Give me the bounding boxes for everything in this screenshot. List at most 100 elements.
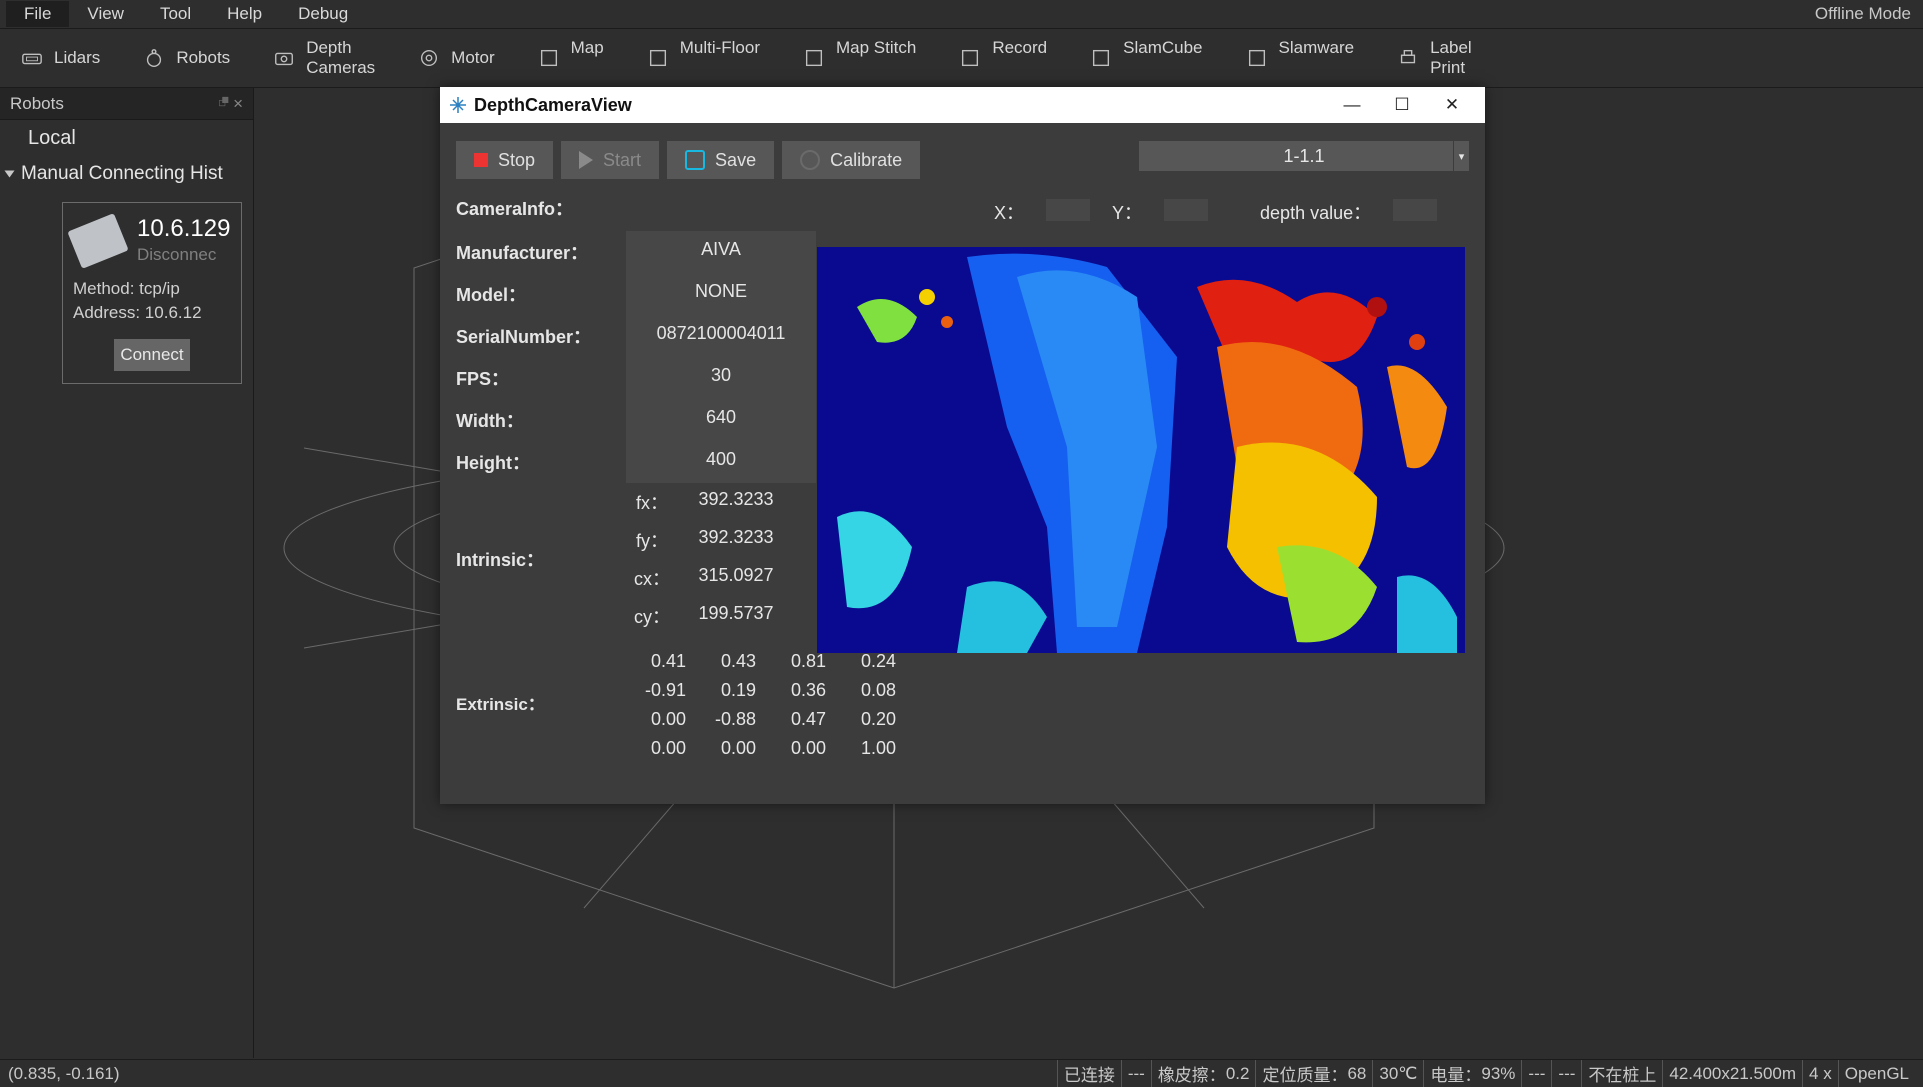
robots-local-node[interactable]: Local <box>0 120 253 156</box>
tb-depth-cameras[interactable]: DepthCameras <box>272 38 375 78</box>
model-value: NONE <box>626 273 816 315</box>
tb-robots-label: Robots <box>176 48 230 68</box>
tb-depth-label: DepthCameras <box>306 38 375 78</box>
status-zoom: 4 x <box>1802 1060 1838 1087</box>
dialog-title: DepthCameraView <box>474 95 632 116</box>
fy-label: fy： <box>626 521 676 559</box>
panel-close-icon[interactable]: × <box>233 94 243 114</box>
save-button[interactable]: Save <box>667 141 774 179</box>
tb-multifloor[interactable]: Multi-Floor. <box>646 38 760 78</box>
menu-debug[interactable]: Debug <box>280 1 366 27</box>
robots-history-label: Manual Connecting Hist <box>21 163 223 185</box>
tb-slamcube-label: SlamCube. <box>1123 38 1202 78</box>
manufacturer-label: Manufacturer： <box>456 231 626 273</box>
tb-map[interactable]: Map. <box>537 38 604 78</box>
save-icon <box>685 150 705 170</box>
tree-expand-icon <box>5 171 15 178</box>
status-connected: 已连接 <box>1057 1060 1121 1087</box>
dialog-minimize-button[interactable]: — <box>1327 87 1377 123</box>
save-label: Save <box>715 150 756 171</box>
status-dock: 不在桩上 <box>1581 1060 1662 1087</box>
lidar-icon <box>20 47 44 69</box>
manufacturer-value: AIVA <box>626 231 816 273</box>
menu-tool[interactable]: Tool <box>142 1 209 27</box>
fx-label: fx： <box>626 483 676 521</box>
multifloor-icon <box>646 47 670 69</box>
slamware-icon <box>1245 47 1269 69</box>
dialog-app-icon <box>448 95 468 115</box>
slamcube-icon <box>1089 47 1113 69</box>
stop-button[interactable]: Stop <box>456 141 553 179</box>
robots-panel-header: Robots ⮻ × <box>0 88 253 120</box>
tb-multifloor-label: Multi-Floor. <box>680 38 760 78</box>
tb-lidars[interactable]: Lidars <box>20 47 100 69</box>
offline-mode-label: Offline Mode <box>1815 4 1917 24</box>
robot-address: Address: 10.6.12 <box>73 303 231 323</box>
tb-record[interactable]: Record. <box>958 38 1047 78</box>
tb-record-label: Record. <box>992 38 1047 78</box>
tb-slamware[interactable]: Slamware. <box>1245 38 1355 78</box>
map-icon <box>537 47 561 69</box>
tb-slamcube[interactable]: SlamCube. <box>1089 38 1202 78</box>
tb-motor-label: Motor <box>451 48 494 68</box>
status-dash2: --- <box>1521 1060 1551 1087</box>
status-coords: (0.835, -0.161) <box>8 1064 120 1084</box>
height-label: Height： <box>456 441 626 483</box>
y-value <box>1164 199 1208 221</box>
stop-label: Stop <box>498 150 535 171</box>
tb-labelprint-label: LabelPrint <box>1430 38 1472 78</box>
depth-label: depth value： <box>1260 199 1371 225</box>
status-quality: 定位质量：68 <box>1255 1060 1372 1087</box>
tb-robots[interactable]: Robots <box>142 47 230 69</box>
record-icon <box>958 47 982 69</box>
serial-value: 0872100004011 <box>626 315 816 357</box>
tb-mapstitch[interactable]: Map Stitch. <box>802 38 916 78</box>
dialog-close-button[interactable]: ✕ <box>1427 87 1477 123</box>
fy-value: 392.3233 <box>676 521 796 559</box>
play-icon <box>579 151 593 169</box>
robots-history-node[interactable]: Manual Connecting Hist <box>0 156 253 192</box>
panel-pin-icon[interactable]: ⮻ <box>219 93 230 115</box>
tb-labelprint[interactable]: LabelPrint <box>1396 38 1472 78</box>
cy-value: 199.5737 <box>676 597 796 635</box>
status-dash1: --- <box>1121 1060 1151 1087</box>
mapstitch-icon <box>802 47 826 69</box>
robots-panel-title: Robots <box>10 94 64 114</box>
status-renderer: OpenGL <box>1838 1060 1915 1087</box>
tb-lidars-label: Lidars <box>54 48 100 68</box>
cx-value: 315.0927 <box>676 559 796 597</box>
robot-method: Method: tcp/ip <box>73 279 231 299</box>
menu-view[interactable]: View <box>69 1 142 27</box>
menu-file[interactable]: File <box>6 1 69 27</box>
robot-card[interactable]: 10.6.129 Disconnec Method: tcp/ip Addres… <box>62 202 242 384</box>
tb-map-label: Map. <box>571 38 604 78</box>
start-button[interactable]: Start <box>561 141 659 179</box>
depth-camera-dialog: DepthCameraView — ☐ ✕ Stop Start Save Ca… <box>440 87 1485 804</box>
serial-label: SerialNumber： <box>456 315 626 357</box>
extrinsic-label: Extrinsic： <box>456 690 626 715</box>
camerainfo-label: CameraInfo： <box>456 195 796 221</box>
robot-status: Disconnec <box>137 245 230 265</box>
camera-icon <box>272 47 296 69</box>
depth-image <box>817 247 1465 653</box>
model-label: Model： <box>456 273 626 315</box>
robot-connect-button[interactable]: Connect <box>114 339 190 371</box>
tb-mapstitch-label: Map Stitch. <box>836 38 916 78</box>
width-value: 640 <box>626 399 816 441</box>
tb-slamware-label: Slamware. <box>1279 38 1355 78</box>
x-label: X： <box>994 199 1024 225</box>
status-temp: 30℃ <box>1372 1060 1423 1087</box>
camera-select[interactable]: 1-1.1▾ <box>1139 141 1469 171</box>
dialog-maximize-button[interactable]: ☐ <box>1377 87 1427 123</box>
robot-image <box>67 213 128 269</box>
print-icon <box>1396 47 1420 69</box>
cy-label: cy： <box>626 597 676 635</box>
fx-value: 392.3233 <box>676 483 796 521</box>
tb-motor[interactable]: Motor <box>417 47 494 69</box>
width-label: Width： <box>456 399 626 441</box>
intrinsic-label: Intrinsic： <box>456 483 626 635</box>
status-eraser: 橡皮擦：0.2 <box>1151 1060 1256 1087</box>
chevron-down-icon: ▾ <box>1453 141 1469 171</box>
start-label: Start <box>603 150 641 171</box>
menu-help[interactable]: Help <box>209 1 280 27</box>
